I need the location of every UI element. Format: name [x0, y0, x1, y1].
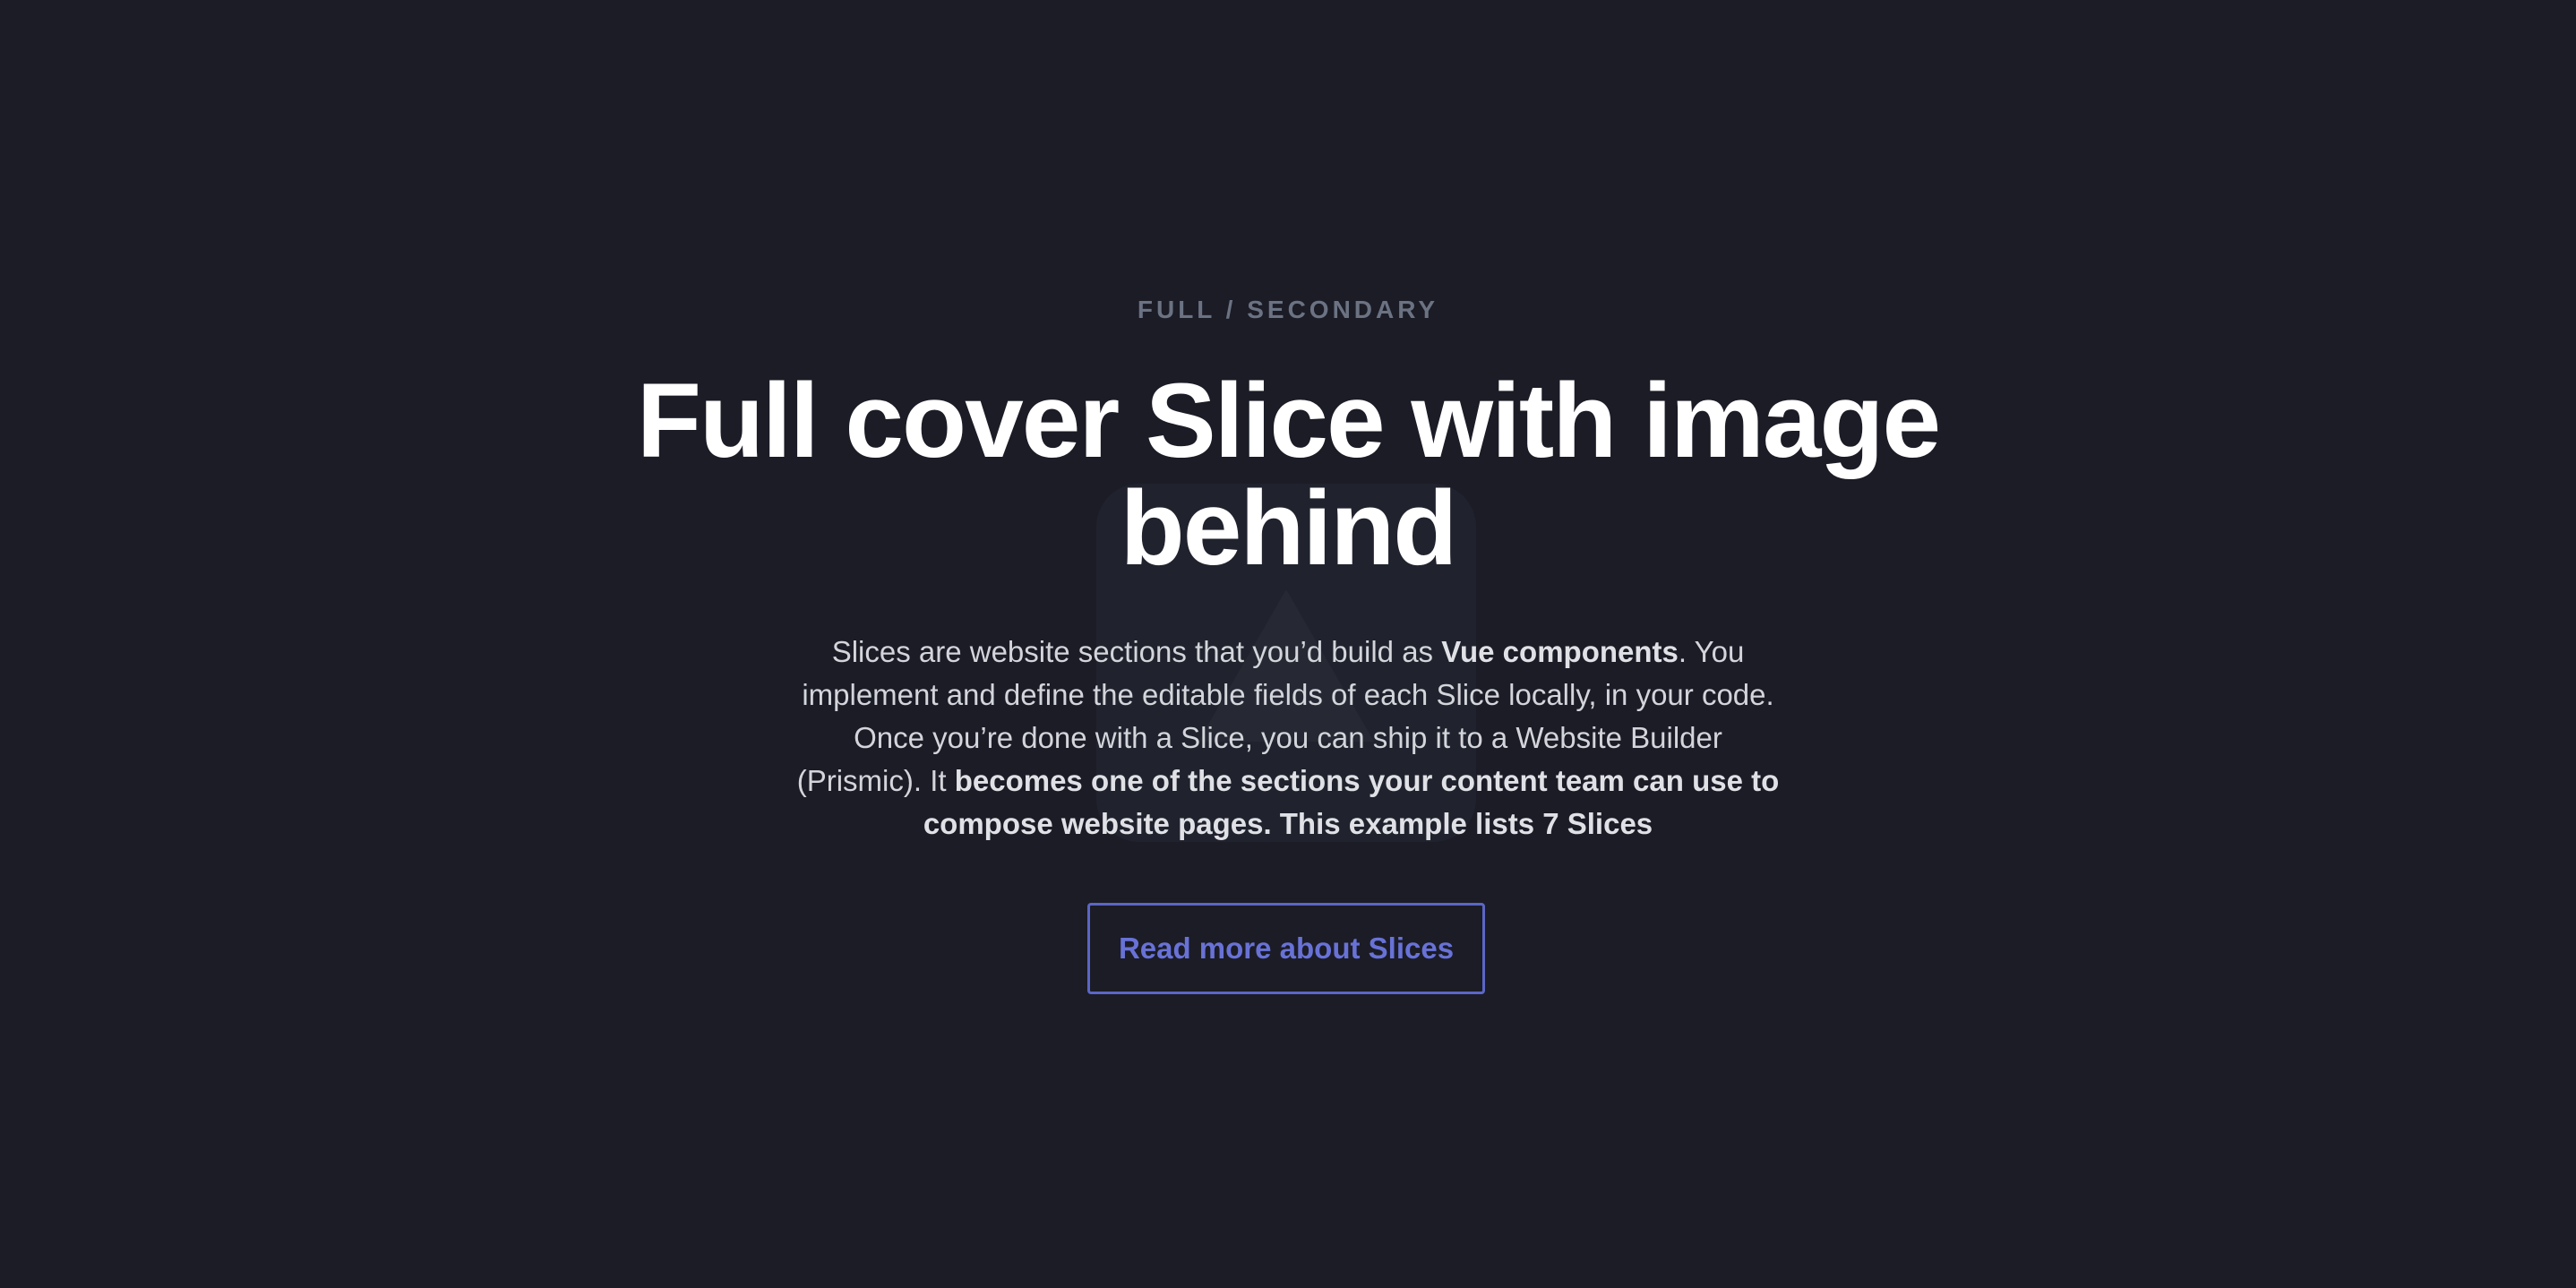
page-title: Full cover Slice with image behind — [636, 362, 1941, 588]
description-bold-2: becomes one of the sections your content… — [923, 764, 1780, 840]
hero-section: FULL / SECONDARY Full cover Slice with i… — [0, 0, 2576, 1288]
hero-description: Slices are website sections that you’d b… — [788, 631, 1788, 846]
description-text-1: Slices are website sections that you’d b… — [831, 635, 1442, 668]
description-bold-1: Vue components — [1441, 635, 1679, 668]
read-more-button[interactable]: Read more about Slices — [1087, 903, 1485, 994]
eyebrow-label: FULL / SECONDARY — [1137, 296, 1439, 323]
